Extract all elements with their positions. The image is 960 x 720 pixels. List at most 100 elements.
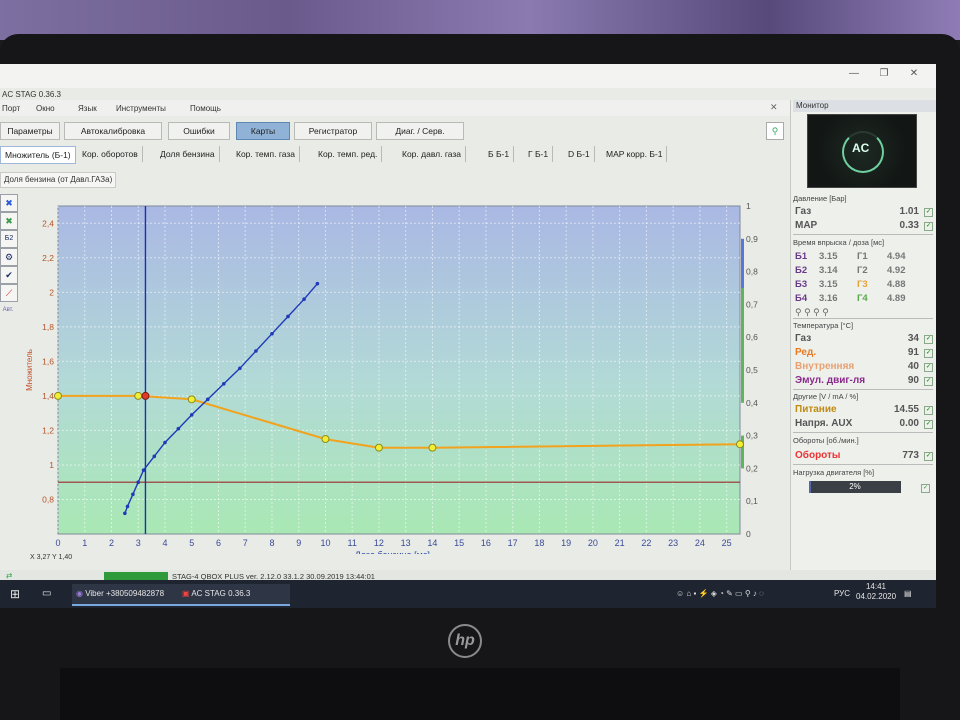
menu-help[interactable]: Помощь	[190, 104, 221, 113]
x-tick-label: 8	[269, 538, 274, 548]
windows-start-icon[interactable]: ⊞	[10, 584, 20, 604]
multiplier-point	[428, 443, 437, 452]
temp-internal-label: Внутренняя	[795, 361, 855, 372]
taskbar-viber[interactable]: ◉ Viber +380509482878	[72, 584, 180, 606]
temp-gas-checkbox[interactable]: ✓	[924, 335, 933, 344]
supply-checkbox[interactable]: ✓	[924, 406, 933, 415]
inj-g2-value: 4.92	[887, 265, 906, 276]
pressure-map-checkbox[interactable]: ✓	[924, 222, 933, 231]
other-title: Другие [V / mA / %]	[793, 392, 859, 401]
cross-blue-tool-icon[interactable]: ✖	[0, 194, 18, 212]
maptab-multiplier[interactable]: Множитель (Б-1)	[0, 146, 76, 164]
inj-b3-value: 3.15	[819, 279, 838, 290]
maptab-red-temp-corr[interactable]: Кор. темп. ред.	[314, 146, 383, 162]
maptab-g-b1[interactable]: Г Б-1	[524, 146, 554, 162]
y-right-tick-label: 0,5	[746, 365, 758, 375]
x-tick-label: 17	[508, 538, 518, 548]
x-tick-label: 0	[55, 538, 60, 548]
map-chart[interactable]: 0 1 2 3 4 5 6 7 8 9 10 11 12 13 14 15 16 17 18 19 20 21 22 23 24…	[18, 194, 758, 554]
temp-reducer-checkbox[interactable]: ✓	[924, 349, 933, 358]
notifications-icon[interactable]: ▤	[904, 584, 912, 604]
tab-diag-service[interactable]: Диаг. / Серв.	[376, 122, 464, 140]
auto-tool-icon[interactable]: Авт.	[0, 302, 16, 318]
maximize-icon[interactable]: ❐	[876, 68, 892, 79]
menu-language[interactable]: Язык	[78, 104, 97, 113]
temp-engine-label: Эмул. двиг-ля	[795, 375, 866, 386]
y-right-tick-label: 1	[746, 201, 751, 211]
tray-icons[interactable]: ☺ ⌂ ▪ ⚡ ◈ ◔ ✎ ▭ ⚲ ♪ ◌	[676, 584, 764, 604]
temp-engine-checkbox[interactable]: ✓	[924, 377, 933, 386]
supply-row: Питание 14.55 ✓	[795, 404, 933, 416]
maptab-b-b1[interactable]: Б Б-1	[484, 146, 515, 162]
tab-parameters[interactable]: Параметры	[0, 122, 60, 140]
b2-tool-icon[interactable]: Б2	[0, 230, 18, 248]
maptab-rpm-corr[interactable]: Кор. оборотов	[78, 146, 143, 162]
pressure-gas-checkbox[interactable]: ✓	[924, 208, 933, 217]
menu-tools[interactable]: Инструменты	[116, 104, 166, 113]
temp-gas-row: Газ 34 ✓	[795, 333, 933, 345]
aux-row: Напря. AUX 0.00 ✓	[795, 418, 933, 430]
y-right-tick-label: 0,7	[746, 299, 758, 309]
temp-internal-checkbox[interactable]: ✓	[924, 363, 933, 372]
aux-label: Напря. AUX	[795, 418, 853, 429]
menu-port[interactable]: Порт	[2, 104, 20, 113]
cursor-point	[141, 391, 150, 400]
pin-icon[interactable]: ⚲	[766, 122, 784, 140]
temp-gas-label: Газ	[795, 333, 812, 344]
tray-date: 04.02.2020	[856, 592, 897, 601]
temp-internal-row: Внутренняя 40 ✓	[795, 361, 933, 373]
maptab-d-b1[interactable]: D Б-1	[564, 146, 595, 162]
petrol-gas-point	[123, 511, 127, 516]
injection-row-4: Б4 3.16 Г4 4.89	[795, 293, 923, 305]
tray-language[interactable]: РУС	[834, 584, 850, 604]
task-view-icon[interactable]: ▭	[42, 584, 51, 604]
maptab-gas-temp-corr[interactable]: Кор. темп. газа	[232, 146, 300, 162]
inj-g1-value: 4.94	[887, 251, 906, 262]
tray-clock[interactable]: 14:41 04.02.2020	[856, 582, 896, 602]
tab-maps[interactable]: Карты	[236, 122, 290, 140]
map-tabs: Множитель (Б-1) Кор. оборотов Доля бензи…	[0, 146, 790, 166]
plot-area	[57, 205, 741, 535]
pressure-gas-row: Газ 1.01 ✓	[795, 206, 933, 218]
taskbar-acstag[interactable]: ▣ AC STAG 0.36.3	[178, 584, 290, 606]
inj-g3-value: 4.88	[887, 279, 906, 290]
rpm-title: Обороты [об./мин.]	[793, 436, 859, 445]
cross-green-tool-icon[interactable]: ✖	[0, 212, 18, 230]
right-axis-blue-band	[741, 238, 744, 288]
y-left-tick-label: 0,8	[42, 494, 54, 504]
y-right-tick-label: 0,1	[746, 496, 758, 506]
x-tick-label: 16	[481, 538, 491, 548]
load-checkbox[interactable]: ✓	[921, 484, 930, 493]
rpm-value: 773	[902, 450, 919, 461]
petrol-gas-point	[176, 426, 181, 431]
aux-checkbox[interactable]: ✓	[924, 420, 933, 429]
x-tick-label: 24	[695, 538, 705, 548]
multiplier-point	[374, 443, 383, 452]
subtab-petrol-share[interactable]: Доля бензина (от Давл.ГАЗа)	[0, 172, 117, 188]
rpm-checkbox[interactable]: ✓	[924, 452, 933, 461]
y-left-tick-label: 1	[49, 460, 54, 470]
petrol-gas-point	[205, 397, 210, 402]
tab-autocalibration[interactable]: Автокалибровка	[64, 122, 162, 140]
maptab-gas-press-corr[interactable]: Кор. давл. газа	[398, 146, 466, 162]
windows-taskbar: ⊞ ▭ ◉ Viber +380509482878 ▣ AC STAG 0.36…	[0, 580, 936, 608]
check-tool-icon[interactable]: ✔	[0, 266, 18, 284]
tab-errors[interactable]: Ошибки	[168, 122, 230, 140]
petrol-gas-point	[315, 281, 320, 286]
y-left-tick-label: 1,2	[42, 425, 54, 435]
y-right-tick-label: 0,3	[746, 431, 758, 441]
pressure-map-label: MAP	[795, 220, 818, 231]
gear-tool-icon[interactable]: ⚙	[0, 248, 18, 266]
tab-recorder[interactable]: Регистратор	[294, 122, 372, 140]
panel-close-icon[interactable]: ✕	[770, 102, 778, 113]
maptab-map-corr[interactable]: MAP корр. Б-1	[602, 146, 668, 162]
inj-g2-label: Г2	[857, 265, 868, 276]
multiplier-point	[187, 395, 196, 404]
curve-tool-icon[interactable]: ⟋	[0, 284, 18, 302]
maptab-petrol-share[interactable]: Доля бензина	[156, 146, 220, 162]
minimize-icon[interactable]: —	[846, 68, 862, 79]
close-icon[interactable]: ✕	[906, 68, 922, 79]
x-tick-label: 12	[374, 538, 384, 548]
menu-window[interactable]: Окно	[36, 104, 55, 113]
rpm-label: Обороты	[795, 450, 841, 461]
